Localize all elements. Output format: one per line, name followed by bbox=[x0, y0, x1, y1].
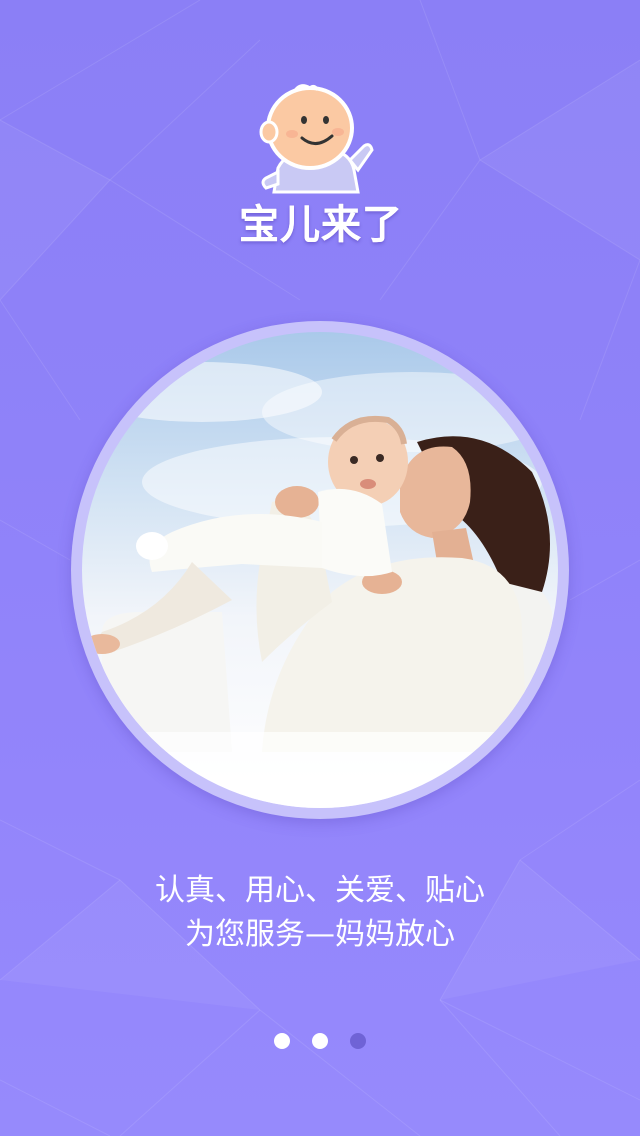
baby-mascot-icon bbox=[259, 84, 374, 194]
photo-frame bbox=[71, 321, 569, 819]
mother-kissing-baby-photo bbox=[82, 332, 558, 808]
app-logo: 宝儿来了 bbox=[226, 80, 416, 250]
page-dot-3[interactable] bbox=[350, 1033, 366, 1049]
page-dot-1[interactable] bbox=[274, 1033, 290, 1049]
page-indicator bbox=[0, 1033, 640, 1051]
tagline-line-2: 为您服务—妈妈放心 bbox=[185, 917, 455, 952]
logo-text: 宝儿来了 bbox=[238, 201, 403, 249]
tagline-line-1: 认真、用心、关爱、贴心 bbox=[155, 873, 485, 908]
splash-screen: 宝儿来了 认真、用心、关爱、贴心 为您服务—妈妈放心 bbox=[0, 0, 640, 1136]
page-dot-2[interactable] bbox=[312, 1033, 328, 1049]
